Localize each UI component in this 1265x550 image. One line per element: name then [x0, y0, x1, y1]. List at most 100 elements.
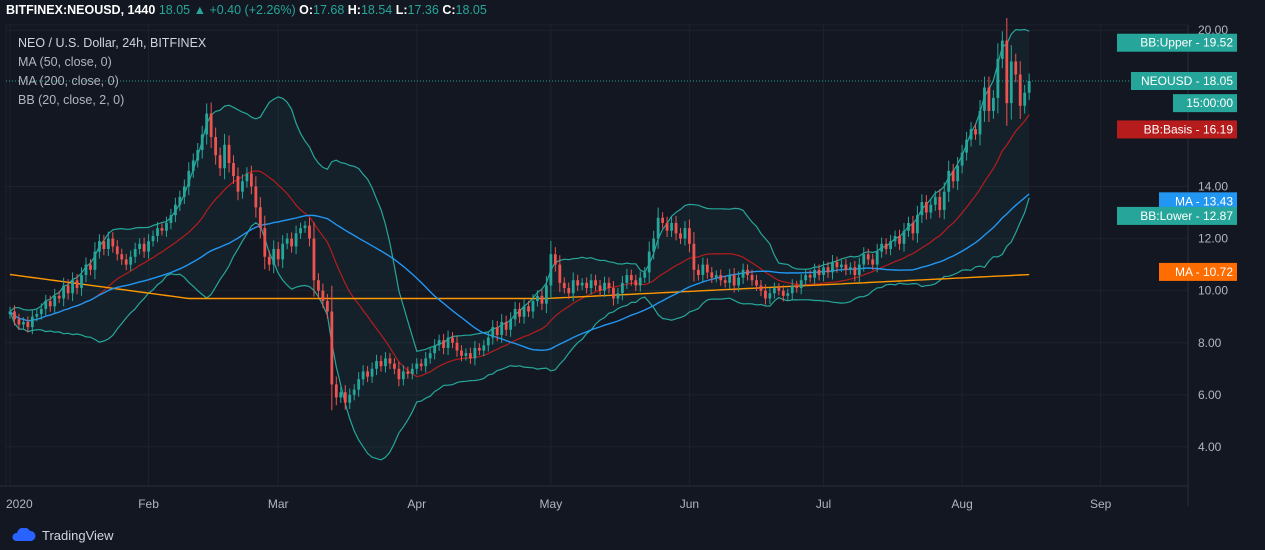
- candle-body: [464, 353, 468, 356]
- candle-body: [1014, 61, 1018, 75]
- x-tick-label: Aug: [951, 497, 972, 511]
- candle-body: [397, 368, 401, 380]
- candle-body: [334, 384, 338, 398]
- candle-body: [151, 235, 155, 242]
- x-tick-label: Jul: [816, 497, 831, 511]
- candle-body: [343, 392, 347, 403]
- candle-body: [902, 230, 906, 244]
- x-tick-label: Jun: [680, 497, 699, 511]
- candle-body: [281, 243, 285, 260]
- candle-body: [187, 170, 191, 187]
- candle-body: [710, 272, 714, 278]
- candle-body: [522, 306, 526, 317]
- candle-body: [469, 353, 472, 359]
- candle-body: [410, 368, 414, 375]
- candle-body: [495, 327, 499, 335]
- candle-body: [196, 150, 200, 161]
- candle-body: [428, 353, 432, 359]
- candle-body: [232, 163, 235, 177]
- legend-ma200[interactable]: MA (200, close, 0): [18, 72, 206, 91]
- candle-body: [285, 238, 289, 244]
- candle-body: [317, 280, 320, 291]
- candle-body: [696, 269, 700, 276]
- candle-body: [455, 342, 459, 351]
- candle-body: [1023, 92, 1027, 106]
- candle-body: [924, 202, 928, 213]
- candle-body: [84, 264, 88, 276]
- candle-body: [227, 144, 231, 164]
- candle-body: [22, 321, 25, 325]
- candle-body: [768, 293, 772, 299]
- candle-body: [585, 282, 589, 289]
- brand-name: TradingView: [42, 527, 114, 543]
- candle-body: [214, 136, 218, 156]
- candle-body: [89, 264, 92, 270]
- legend-ma50[interactable]: MA (50, close, 0): [18, 53, 206, 72]
- candle-body: [665, 222, 669, 231]
- candle-body: [1000, 40, 1004, 59]
- candle-body: [169, 215, 173, 223]
- candle-body: [549, 254, 553, 286]
- indicator-legend: NEO / U.S. Dollar, 24h, BITFINEX MA (50,…: [18, 34, 206, 110]
- candle-body: [124, 259, 128, 265]
- axis-value-tag-text: BB:Upper - 19.52: [1140, 36, 1233, 50]
- candle-body: [173, 204, 177, 216]
- candle-body: [147, 241, 150, 252]
- candle-body: [987, 87, 991, 111]
- candle-body: [527, 306, 530, 312]
- y-tick-label: 10.00: [1198, 284, 1228, 298]
- axis-value-tag-text: NEOUSD - 18.05: [1141, 74, 1233, 88]
- candle-body: [701, 264, 705, 276]
- candle-body: [656, 217, 660, 239]
- candle-body: [866, 254, 870, 260]
- candle-body: [111, 238, 115, 247]
- candle-body: [473, 347, 477, 359]
- candle-body: [276, 248, 280, 260]
- axis-value-tag-text: 15:00:00: [1186, 96, 1233, 110]
- candle-body: [683, 228, 687, 239]
- candle-body: [339, 392, 343, 398]
- candle-body: [714, 275, 718, 278]
- candle-body: [732, 275, 736, 286]
- candle-body: [375, 360, 378, 369]
- candle-body: [93, 251, 97, 270]
- candle-body: [388, 358, 392, 364]
- candle-body: [705, 264, 709, 273]
- axis-value-tag-text: BB:Basis - 16.19: [1144, 122, 1234, 136]
- candle-body: [638, 277, 642, 286]
- candle-body: [442, 340, 445, 348]
- cloud-icon: [12, 528, 36, 541]
- candle-body: [616, 293, 620, 299]
- candle-body: [249, 173, 253, 187]
- candle-body: [589, 280, 593, 289]
- candle-body: [759, 285, 763, 291]
- candle-body: [518, 308, 521, 317]
- candle-body: [1009, 61, 1013, 104]
- candle-body: [39, 308, 43, 315]
- candle-body: [848, 267, 852, 270]
- legend-bb[interactable]: BB (20, close, 2, 0): [18, 91, 206, 110]
- candle-body: [486, 337, 490, 346]
- candle-body: [567, 288, 571, 294]
- candle-body: [840, 264, 843, 268]
- candle-body: [746, 269, 749, 276]
- candle-body: [813, 269, 816, 278]
- candle-body: [598, 285, 602, 291]
- candle-body: [853, 267, 857, 276]
- candle-body: [661, 217, 665, 223]
- candle-body: [674, 222, 678, 234]
- candle-body: [321, 290, 325, 302]
- candle-body: [415, 363, 419, 369]
- candle-body: [629, 275, 633, 281]
- candle-body: [370, 368, 374, 377]
- candle-body: [692, 243, 696, 270]
- candle-body: [451, 337, 454, 343]
- axis-value-tag-text: MA - 13.43: [1175, 194, 1233, 208]
- candle-body: [799, 280, 803, 289]
- candle-body: [992, 97, 995, 111]
- candle-body: [156, 228, 159, 236]
- candle-body: [996, 58, 1000, 98]
- candle-body: [44, 301, 48, 309]
- tradingview-logo[interactable]: TradingView: [10, 526, 114, 544]
- candle-body: [1005, 40, 1009, 104]
